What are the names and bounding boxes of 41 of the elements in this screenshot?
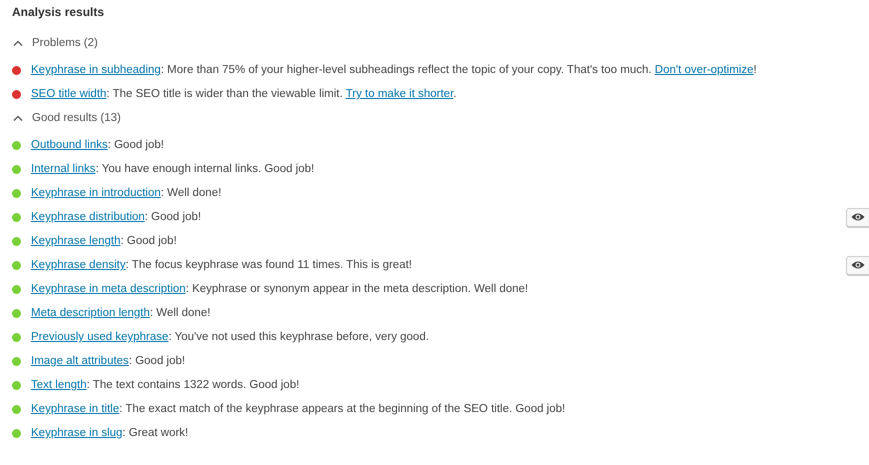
result-message: Keyphrase in introduction: Well done!	[31, 187, 222, 199]
result-link[interactable]: Keyphrase distribution	[31, 211, 145, 223]
panel-title: Analysis results	[12, 5, 106, 19]
result-message: Meta description length: Well done!	[31, 307, 210, 319]
result-message: Text length: The text contains 1322 words. Good job!	[31, 379, 300, 391]
result-link[interactable]: Meta description length	[31, 307, 150, 319]
result-message: Image alt attributes: Good job!	[31, 355, 186, 367]
result-message: Keyphrase in slug: Great work!	[31, 427, 188, 439]
chevron-icon	[13, 40, 23, 46]
result-link[interactable]: Text length	[31, 379, 87, 391]
result-link[interactable]: Keyphrase density	[31, 259, 126, 271]
result-link[interactable]: Image alt attributes	[31, 355, 129, 367]
result-link[interactable]: Try to make it shorter	[346, 88, 454, 100]
result-link[interactable]: Keyphrase in slug	[31, 427, 122, 439]
eye-button[interactable]	[846, 208, 869, 226]
result-link[interactable]: Keyphrase in introduction	[31, 187, 161, 199]
result-link[interactable]: Keyphrase in subheading	[31, 64, 161, 76]
eye-button[interactable]	[846, 256, 869, 274]
result-message: Internal links: You have enough internal links. Good job!	[31, 163, 314, 175]
result-message: Keyphrase length: Good job!	[31, 235, 177, 247]
section-toggle[interactable]: Problems (2)	[13, 36, 98, 50]
result-message: Previously used keyphrase: You've not used this keyphrase before, very good.	[31, 331, 429, 343]
result-link[interactable]: Keyphrase length	[31, 235, 121, 247]
result-message: Keyphrase in meta description: Keyphrase or synonym appear in the meta description. Well done!	[31, 283, 528, 295]
result-message: Outbound links: Good job!	[31, 139, 164, 151]
result-message: SEO title width: The SEO title is wider than the viewable limit. Try to make it shorter.	[31, 88, 456, 100]
result-message: Keyphrase distribution: Good job!	[31, 211, 202, 223]
result-link[interactable]: Keyphrase in meta description	[31, 283, 186, 295]
section-toggle[interactable]: Good results (13)	[13, 111, 121, 125]
result-message: Keyphrase in title: The exact match of the keyphrase appears at the beginning of the SEO title. Good job!	[31, 403, 566, 415]
eye-icon	[851, 212, 865, 222]
eye-icon	[851, 260, 865, 270]
result-message: Keyphrase in subheading: More than 75% of your higher-level subheadings reflect the topic of your copy. That's too much. Don't over-optimize!	[31, 64, 757, 76]
result-message: Keyphrase density: The focus keyphrase was found 11 times. This is great!	[31, 259, 412, 271]
result-link[interactable]: SEO title width	[31, 88, 106, 100]
result-link[interactable]: Don't over-optimize	[654, 64, 754, 76]
result-link[interactable]: Outbound links	[31, 139, 108, 151]
result-link[interactable]: Previously used keyphrase	[31, 331, 168, 343]
chevron-icon	[13, 115, 23, 121]
result-link[interactable]: Keyphrase in title	[31, 403, 120, 415]
result-link[interactable]: Internal links	[31, 163, 96, 175]
